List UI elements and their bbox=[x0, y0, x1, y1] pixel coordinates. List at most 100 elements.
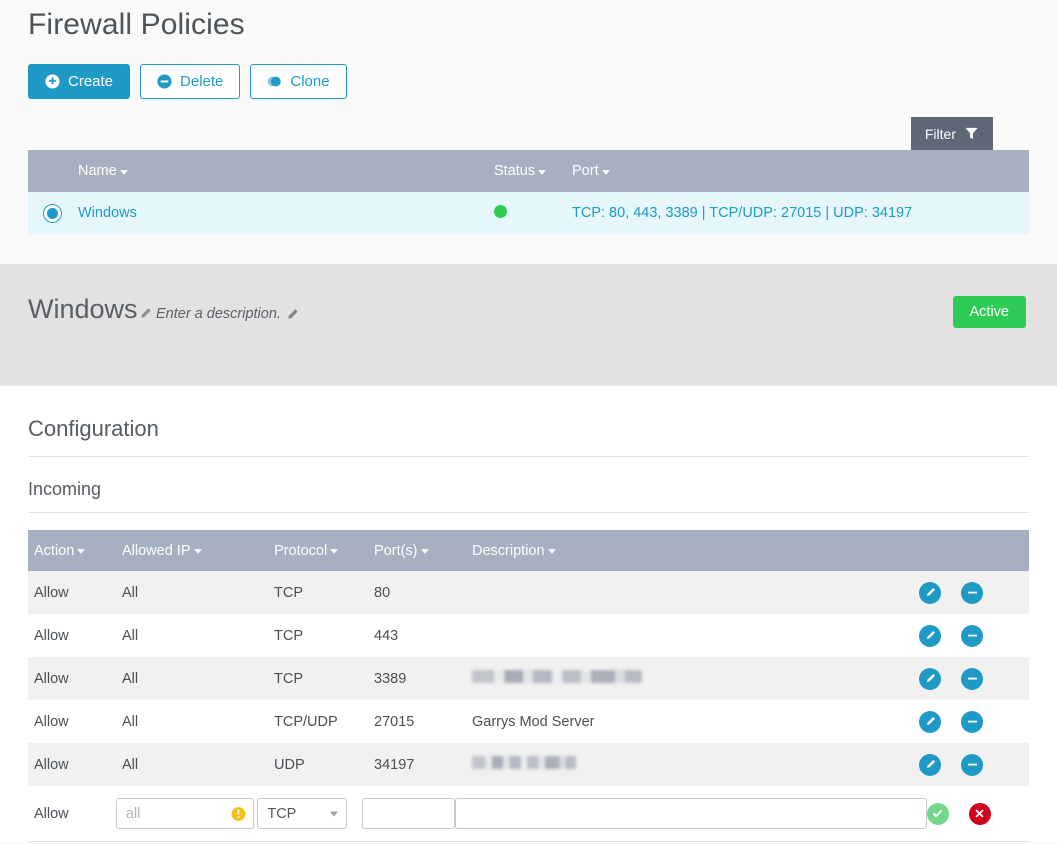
minus-circle-icon[interactable] bbox=[961, 710, 983, 733]
allowed-ip-column-header[interactable]: Allowed IP bbox=[122, 543, 274, 559]
pencil-icon[interactable] bbox=[286, 308, 299, 321]
name-column-label: Name bbox=[78, 163, 117, 179]
create-button[interactable]: Create bbox=[28, 64, 131, 99]
minus-circle-icon[interactable] bbox=[961, 624, 983, 647]
rule-protocol: UDP bbox=[274, 756, 305, 773]
protocol-column-header[interactable]: Protocol bbox=[274, 543, 374, 559]
filter-button[interactable]: Filter bbox=[910, 117, 993, 150]
chevron-down-icon bbox=[119, 169, 128, 175]
pencil-circle-icon[interactable] bbox=[919, 624, 941, 647]
new-rule-ip-cell bbox=[115, 798, 257, 829]
minus-circle-icon[interactable] bbox=[961, 581, 983, 604]
x-circle-icon[interactable] bbox=[968, 802, 991, 825]
protocol-column-label: Protocol bbox=[274, 542, 328, 559]
rule-description-redacted bbox=[472, 670, 919, 687]
funnel-icon bbox=[964, 126, 979, 141]
rule-protocol: TCP bbox=[274, 584, 303, 601]
rule-action: Allow bbox=[34, 756, 69, 773]
row-select-cell[interactable] bbox=[28, 204, 76, 222]
policy-detail-panel: Windows Enter a description. Active bbox=[0, 264, 1057, 386]
chevron-down-icon bbox=[420, 549, 429, 554]
rules-table-header: Action Allowed IP Protocol Port(s) Descr… bbox=[28, 530, 1029, 571]
check-circle-icon[interactable] bbox=[926, 802, 949, 825]
port-input[interactable] bbox=[361, 798, 455, 829]
table-row[interactable]: Allow All TCP/UDP 27015 Garrys Mod Serve… bbox=[28, 700, 1029, 743]
rule-action: Allow bbox=[34, 670, 69, 687]
new-rule-port-cell bbox=[361, 798, 455, 829]
detail-policy-name: Windows bbox=[28, 294, 152, 325]
minus-circle-icon bbox=[157, 74, 172, 89]
pencil-circle-icon[interactable] bbox=[919, 710, 941, 733]
rule-allowed-ip: All bbox=[122, 670, 139, 687]
table-row[interactable]: Allow All TCP 80 bbox=[28, 571, 1029, 614]
radio-selected-icon[interactable] bbox=[43, 204, 61, 222]
clone-button-label: Clone bbox=[290, 73, 330, 90]
name-column-header[interactable]: Name bbox=[76, 163, 494, 179]
ports-column-label: Port(s) bbox=[374, 542, 418, 559]
rule-action: Allow bbox=[34, 584, 69, 601]
redacted-text bbox=[472, 756, 576, 769]
detail-description[interactable]: Enter a description. bbox=[156, 306, 299, 322]
rule-actions bbox=[919, 581, 1029, 604]
ports-column-header[interactable]: Port(s) bbox=[374, 543, 472, 559]
clone-circles-icon bbox=[267, 74, 282, 89]
policy-status-cell bbox=[494, 204, 572, 222]
pencil-circle-icon[interactable] bbox=[919, 667, 941, 690]
table-row[interactable]: Allow All UDP 34197 bbox=[28, 743, 1029, 786]
filter-button-label: Filter bbox=[924, 125, 956, 142]
rule-port: 34197 bbox=[374, 756, 415, 773]
rule-allowed-ip: All bbox=[122, 584, 139, 601]
status-column-header[interactable]: Status bbox=[494, 163, 572, 179]
detail-policy-name-text: Windows bbox=[28, 294, 138, 324]
action-column-header[interactable]: Action bbox=[28, 543, 122, 559]
pencil-circle-icon[interactable] bbox=[919, 753, 941, 776]
port-column-label: Port bbox=[572, 163, 599, 179]
page-title: Firewall Policies bbox=[28, 8, 245, 41]
new-rule-action: Allow bbox=[34, 805, 69, 822]
policies-table: Name Status Port Windows TCP: 80, 443, 3… bbox=[28, 150, 1029, 234]
rule-action: Allow bbox=[34, 627, 69, 644]
table-row[interactable]: Allow All TCP 443 bbox=[28, 614, 1029, 657]
delete-button-label: Delete bbox=[180, 73, 224, 90]
chevron-down-icon bbox=[601, 169, 610, 175]
policy-action-buttons: Create Delete Clone bbox=[28, 64, 1029, 99]
rule-allowed-ip: All bbox=[122, 627, 139, 644]
warning-circle-icon[interactable] bbox=[231, 806, 246, 821]
pencil-circle-icon[interactable] bbox=[919, 581, 941, 604]
chevron-down-icon bbox=[330, 549, 339, 554]
table-row[interactable]: Windows TCP: 80, 443, 3389 | TCP/UDP: 27… bbox=[28, 192, 1029, 234]
chevron-down-icon bbox=[538, 169, 547, 175]
create-button-label: Create bbox=[68, 73, 114, 90]
chevron-down-icon bbox=[547, 549, 556, 554]
detail-description-text: Enter a description. bbox=[155, 306, 281, 322]
status-badge[interactable]: Active bbox=[952, 296, 1026, 328]
description-column-label: Description bbox=[472, 542, 545, 559]
delete-button[interactable]: Delete bbox=[140, 64, 241, 99]
chevron-down-icon bbox=[77, 549, 86, 554]
minus-circle-icon[interactable] bbox=[961, 753, 983, 776]
description-input[interactable] bbox=[454, 798, 927, 829]
table-row[interactable]: Allow All TCP 3389 bbox=[28, 657, 1029, 700]
minus-circle-icon[interactable] bbox=[961, 667, 983, 690]
rule-allowed-ip: All bbox=[122, 756, 139, 773]
policy-ports-cell[interactable]: TCP: 80, 443, 3389 | TCP/UDP: 27015 | UD… bbox=[572, 205, 1029, 221]
new-rule-protocol-cell: TCPUDPTCP/UDP bbox=[257, 798, 361, 829]
rule-actions bbox=[919, 753, 1029, 776]
rule-action: Allow bbox=[34, 713, 69, 730]
rule-protocol: TCP bbox=[274, 627, 303, 644]
protocol-select[interactable]: TCPUDPTCP/UDP bbox=[257, 798, 348, 829]
firewall-policies-page: Firewall Policies Create Delete Clone Fi… bbox=[0, 0, 1057, 844]
rule-description: Garrys Mod Server bbox=[472, 713, 595, 730]
rule-allowed-ip: All bbox=[122, 713, 139, 730]
rule-port: 27015 bbox=[374, 713, 415, 730]
configuration-heading: Configuration bbox=[28, 416, 1029, 457]
rule-actions bbox=[919, 624, 1029, 647]
configuration-section: Configuration Incoming Action Allowed IP… bbox=[0, 386, 1057, 842]
new-rule-row: Allow TCPUDPTCP/UDP bbox=[28, 786, 1029, 842]
action-column-label: Action bbox=[34, 542, 75, 559]
port-column-header[interactable]: Port bbox=[572, 163, 1029, 179]
policy-name-link[interactable]: Windows bbox=[76, 205, 494, 221]
clone-button[interactable]: Clone bbox=[250, 64, 347, 99]
description-column-header[interactable]: Description bbox=[472, 543, 919, 559]
pencil-icon[interactable] bbox=[139, 307, 152, 320]
